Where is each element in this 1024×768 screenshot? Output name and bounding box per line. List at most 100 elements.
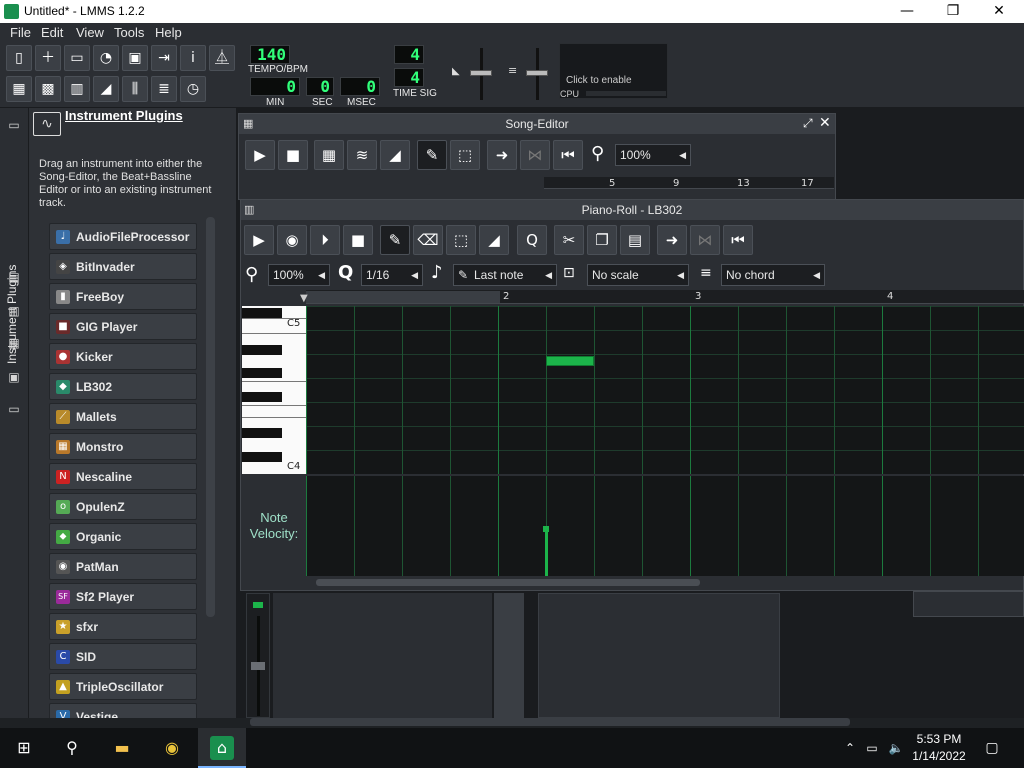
beat-bassline-icon[interactable]: ▩ xyxy=(35,76,61,102)
plugin-monstro[interactable]: ▦ Monstro xyxy=(49,433,197,460)
plugin-mallets[interactable]: ⟋ Mallets xyxy=(49,403,197,430)
pr-horizontal-scrollbar[interactable] xyxy=(316,579,700,586)
minimized-window[interactable] xyxy=(913,591,1024,617)
pr-quantize-select[interactable]: 1/16 ◀ xyxy=(361,264,423,286)
song-autoscroll-button[interactable]: ➜ xyxy=(487,140,517,170)
computer-icon[interactable]: ▭ xyxy=(6,402,22,416)
pr-quantize-button[interactable]: Q xyxy=(517,225,547,255)
song-editor-maximize-icon[interactable]: ⤢ xyxy=(803,116,817,130)
pr-zoom-select[interactable]: 100% ◀ xyxy=(268,264,330,286)
tempo-display[interactable]: 140 xyxy=(250,45,290,64)
plugin-tripleoscillator[interactable]: ▲ TripleOscillator xyxy=(49,673,197,700)
pr-draw-mode-button[interactable]: ✎ xyxy=(380,225,410,255)
plugin-list-scrollbar[interactable] xyxy=(206,217,215,617)
song-draw-mode-button[interactable]: ✎ xyxy=(417,140,447,170)
timesig-numerator[interactable]: 4 xyxy=(394,45,424,64)
black-key[interactable] xyxy=(242,428,282,438)
minimize-button[interactable]: — xyxy=(884,0,930,23)
search-icon[interactable]: ⚲ xyxy=(60,736,84,760)
song-editor-title[interactable]: Song-Editor xyxy=(239,114,835,134)
plugin-patman[interactable]: ◉ PatMan xyxy=(49,553,197,580)
plugin-freeboy[interactable]: ▮ FreeBoy xyxy=(49,283,197,310)
plugin-nescaline[interactable]: N Nescaline xyxy=(49,463,197,490)
song-zoom-select[interactable]: 100% ◀ xyxy=(615,144,691,166)
note-grid[interactable] xyxy=(306,306,1024,474)
pr-loop-region[interactable] xyxy=(306,291,500,303)
velocity-editor[interactable] xyxy=(306,476,1024,576)
pr-copy-button[interactable]: ❐ xyxy=(587,225,617,255)
info-icon[interactable]: i xyxy=(180,45,206,71)
master-volume-slider[interactable] xyxy=(470,70,492,76)
pr-select-mode-button[interactable]: ⬚ xyxy=(446,225,476,255)
my-home-icon[interactable]: ▦ xyxy=(6,336,22,350)
pr-position-marker[interactable]: ▼ xyxy=(300,293,308,304)
chrome-icon[interactable]: ◉ xyxy=(160,736,184,760)
my-samples-icon[interactable]: ▤ xyxy=(6,270,22,284)
plugin-audiofileprocessor[interactable]: ♩ AudioFileProcessor xyxy=(49,223,197,250)
save-project-icon[interactable]: ▣ xyxy=(122,45,148,71)
piano-roll-title[interactable]: Piano-Roll - LB302 xyxy=(241,200,1023,220)
plugin-lb302[interactable]: ◆ LB302 xyxy=(49,373,197,400)
black-key[interactable] xyxy=(242,452,282,462)
black-key[interactable] xyxy=(242,308,282,318)
song-loop-button[interactable]: ⋈ xyxy=(520,140,550,170)
export-icon[interactable]: ⇥ xyxy=(151,45,177,71)
plugin-sid[interactable]: C SID xyxy=(49,643,197,670)
pr-note-length-select[interactable]: ✎ Last note ◀ xyxy=(453,264,557,286)
controller-rack-icon[interactable]: ◷ xyxy=(180,76,206,102)
plugin-sfxr[interactable]: ★ sfxr xyxy=(49,613,197,640)
pr-scale-select[interactable]: No scale ◀ xyxy=(587,264,689,286)
pr-loop-button[interactable]: ⋈ xyxy=(690,225,720,255)
add-beat-bassline-button[interactable]: ▦ xyxy=(314,140,344,170)
pr-autoscroll-button[interactable]: ➜ xyxy=(657,225,687,255)
pr-stop-button[interactable]: ■ xyxy=(343,225,373,255)
velocity-bar[interactable] xyxy=(545,530,548,576)
master-pitch-slider[interactable] xyxy=(526,70,548,76)
recent-projects-icon[interactable]: ◔ xyxy=(93,45,119,71)
fx-fader-knob[interactable] xyxy=(251,662,265,670)
new-from-template-icon[interactable]: ＋ xyxy=(35,45,61,71)
song-play-button[interactable]: ▶ xyxy=(245,140,275,170)
plugin-sf2-player[interactable]: SF Sf2 Player xyxy=(49,583,197,610)
maximize-button[interactable]: ❐ xyxy=(930,0,976,23)
pr-chord-select[interactable]: No chord ◀ xyxy=(721,264,825,286)
song-timeline[interactable] xyxy=(544,177,834,189)
add-automation-track-button[interactable]: ◢ xyxy=(380,140,410,170)
song-editor-icon[interactable]: ▦ xyxy=(6,76,32,102)
notifications-icon[interactable]: ▢ xyxy=(980,736,1004,760)
song-editor-close-icon[interactable]: ✕ xyxy=(819,115,833,131)
metronome-icon[interactable]: ⏅ xyxy=(209,45,235,71)
project-notes-icon[interactable]: ≣ xyxy=(151,76,177,102)
plugin-kicker[interactable]: ● Kicker xyxy=(49,343,197,370)
workspace-horizontal-scrollbar[interactable] xyxy=(250,718,850,726)
open-project-icon[interactable]: ▭ xyxy=(64,45,90,71)
menu-file[interactable]: File xyxy=(10,25,31,40)
my-projects-icon[interactable]: ▭ xyxy=(6,118,22,132)
piano-roll-icon[interactable]: ▥ xyxy=(64,76,90,102)
pr-record-button[interactable]: ◉ xyxy=(277,225,307,255)
piano-keyboard[interactable]: C5 C4 xyxy=(242,306,306,474)
add-sample-track-button[interactable]: ≋ xyxy=(347,140,377,170)
black-key[interactable] xyxy=(242,345,282,355)
windows-start-icon[interactable]: ⊞ xyxy=(12,736,36,760)
black-key[interactable] xyxy=(242,368,282,378)
plugin-opulenz[interactable]: o OpulenZ xyxy=(49,493,197,520)
pr-cut-button[interactable]: ✂ xyxy=(554,225,584,255)
menu-help[interactable]: Help xyxy=(155,25,182,40)
automation-editor-icon[interactable]: ◢ xyxy=(93,76,119,102)
velocity-handle[interactable] xyxy=(543,526,549,532)
show-hidden-icons-icon[interactable]: ⌃ xyxy=(838,736,862,760)
menu-edit[interactable]: Edit xyxy=(41,25,63,40)
note-block[interactable] xyxy=(546,356,594,366)
menu-tools[interactable]: Tools xyxy=(114,25,144,40)
network-icon[interactable]: ▭ xyxy=(860,736,884,760)
pr-paste-button[interactable]: ▤ xyxy=(620,225,650,255)
pr-play-button[interactable]: ▶ xyxy=(244,225,274,255)
taskbar-time[interactable]: 5:53 PM xyxy=(904,732,974,746)
mixer-icon[interactable]: ⫼ xyxy=(122,76,148,102)
menu-view[interactable]: View xyxy=(76,25,104,40)
song-stop-button[interactable]: ■ xyxy=(278,140,308,170)
timesig-denominator[interactable]: 4 xyxy=(394,68,424,87)
pr-erase-mode-button[interactable]: ⌫ xyxy=(413,225,443,255)
plugin-organic[interactable]: ⬥ Organic xyxy=(49,523,197,550)
